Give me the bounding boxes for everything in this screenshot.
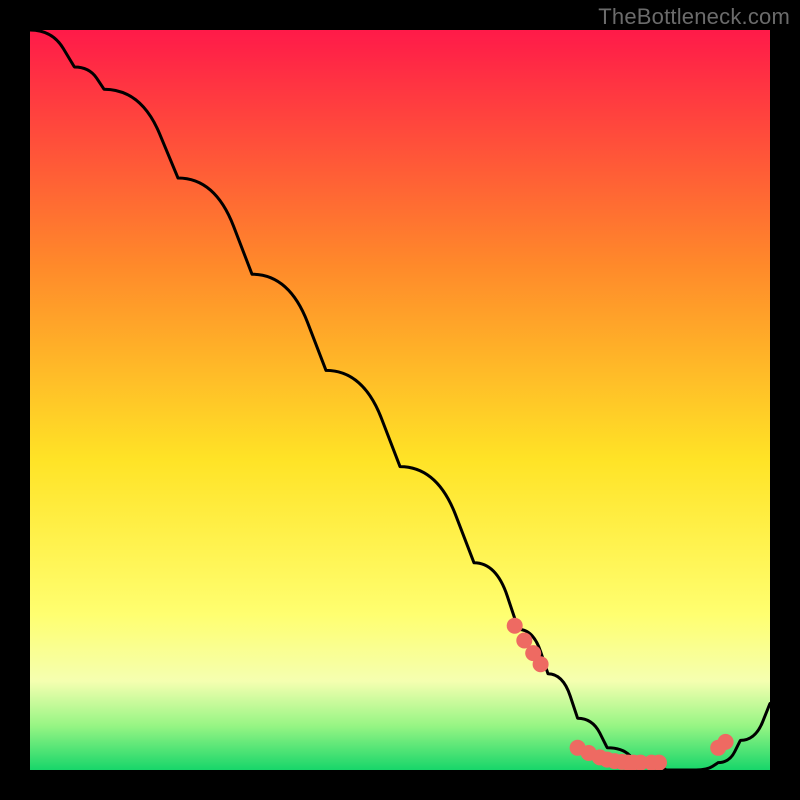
highlight-dot: [651, 755, 667, 770]
watermark-text: TheBottleneck.com: [598, 4, 790, 30]
highlight-dot: [507, 618, 523, 634]
plot-frame: [30, 30, 770, 770]
gradient-bg: [30, 30, 770, 770]
bottleneck-chart: [30, 30, 770, 770]
highlight-dot: [533, 656, 549, 672]
chart-stage: TheBottleneck.com: [0, 0, 800, 800]
highlight-dot: [718, 734, 734, 750]
